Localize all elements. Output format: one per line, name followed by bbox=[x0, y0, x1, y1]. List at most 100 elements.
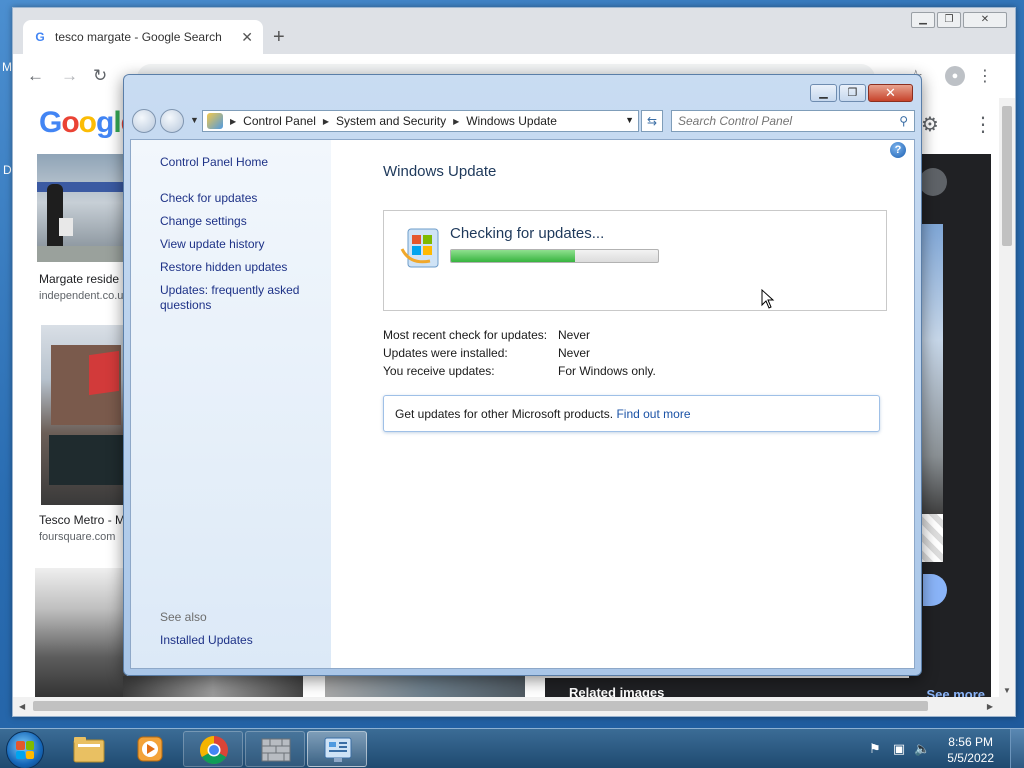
result-caption[interactable]: Tesco Metro - M bbox=[39, 513, 125, 527]
see-more-link[interactable]: See more bbox=[926, 687, 985, 697]
result-source: foursquare.com bbox=[39, 531, 116, 543]
browser-menu-icon[interactable]: ⋮ bbox=[977, 66, 993, 86]
volume-icon[interactable]: 🔈 bbox=[914, 741, 930, 757]
control-panel-home-link[interactable]: Control Panel Home bbox=[160, 155, 268, 169]
address-breadcrumb[interactable]: ▶ Control Panel ▶ System and Security ▶ … bbox=[202, 110, 639, 132]
mouse-cursor-icon bbox=[761, 289, 775, 309]
refresh-icon[interactable]: ⇆ bbox=[641, 110, 663, 132]
browser-tab[interactable]: G tesco margate - Google Search ✕ bbox=[23, 20, 263, 54]
vertical-scrollbar[interactable]: ▼ bbox=[999, 98, 1015, 697]
chrome-caption-buttons: ▁ ❐ ✕ bbox=[911, 12, 1007, 28]
action-center-flag-icon[interactable]: ⚑ bbox=[867, 741, 883, 757]
updates-faq-link[interactable]: Updates: frequently asked questions bbox=[160, 283, 320, 313]
progress-fill bbox=[451, 250, 576, 262]
status-message: Checking for updates... bbox=[450, 225, 605, 242]
scroll-right-icon[interactable]: ▶ bbox=[987, 702, 993, 711]
result-caption[interactable]: Margate reside bbox=[39, 272, 119, 286]
scroll-down-icon[interactable]: ▼ bbox=[1003, 686, 1011, 695]
firewall-icon bbox=[261, 738, 291, 762]
settings-gear-icon[interactable]: ⚙ bbox=[921, 112, 939, 137]
control-panel-window: ▁ ❐ ✕ ▼ ▶ Control Panel ▶ System and Sec… bbox=[123, 74, 922, 676]
maximize-button[interactable]: ❐ bbox=[937, 12, 961, 28]
horizontal-scrollbar[interactable]: ◀ ▶ bbox=[13, 697, 1015, 716]
next-arrow-icon[interactable] bbox=[919, 168, 947, 196]
apps-grid-icon[interactable]: ⋮⋮ bbox=[973, 112, 1001, 137]
search-icon[interactable]: ⚲ bbox=[899, 114, 908, 128]
scroll-left-icon[interactable]: ◀ bbox=[19, 702, 25, 711]
media-player-icon bbox=[137, 736, 163, 762]
taskbar-chrome[interactable] bbox=[183, 731, 243, 767]
windows-update-icon bbox=[400, 228, 439, 268]
clock-time: 8:56 PM bbox=[948, 735, 993, 749]
breadcrumb-separator-icon[interactable]: ▶ bbox=[323, 117, 329, 126]
see-also-heading: See also bbox=[160, 610, 207, 624]
update-status-box: Checking for updates... bbox=[383, 210, 887, 311]
close-button[interactable]: ✕ bbox=[868, 84, 913, 102]
vertical-scroll-thumb[interactable] bbox=[1002, 106, 1012, 246]
maximize-button[interactable]: ❐ bbox=[839, 84, 866, 102]
result-image[interactable] bbox=[123, 676, 303, 697]
related-images-title: Related images bbox=[569, 685, 665, 697]
result-image[interactable] bbox=[35, 568, 127, 697]
view-update-history-link[interactable]: View update history bbox=[160, 237, 320, 252]
visit-button[interactable] bbox=[923, 574, 947, 606]
reload-icon[interactable]: ↻ bbox=[93, 66, 107, 86]
folder-icon bbox=[73, 737, 105, 763]
breadcrumb-control-panel[interactable]: Control Panel bbox=[243, 114, 316, 128]
restore-hidden-updates-link[interactable]: Restore hidden updates bbox=[160, 260, 320, 275]
change-settings-link[interactable]: Change settings bbox=[160, 214, 320, 229]
window-caption-buttons: ▁ ❐ ✕ bbox=[810, 84, 913, 102]
result-image[interactable] bbox=[41, 325, 127, 505]
horizontal-scroll-thumb[interactable] bbox=[33, 701, 928, 711]
show-desktop-button[interactable] bbox=[1010, 729, 1024, 768]
profile-avatar[interactable]: ● bbox=[945, 66, 965, 86]
breadcrumb-system-and-security[interactable]: System and Security bbox=[336, 114, 446, 128]
minimize-button[interactable]: ▁ bbox=[810, 84, 837, 102]
help-icon[interactable]: ? bbox=[890, 142, 906, 158]
chrome-icon bbox=[200, 736, 228, 764]
minimize-button[interactable]: ▁ bbox=[911, 12, 935, 28]
back-icon[interactable]: ← bbox=[27, 66, 44, 86]
new-tab-button[interactable]: + bbox=[273, 26, 285, 49]
system-clock[interactable]: 8:56 PM 5/5/2022 bbox=[947, 734, 994, 766]
address-dropdown-icon[interactable]: ▼ bbox=[625, 115, 634, 125]
search-input[interactable] bbox=[678, 114, 900, 128]
info-label: Most recent check for updates: bbox=[383, 328, 548, 342]
google-logo[interactable]: Google bbox=[39, 106, 137, 140]
info-label: You receive updates: bbox=[383, 364, 495, 378]
taskbar-media-player[interactable] bbox=[120, 731, 180, 767]
result-image[interactable] bbox=[37, 154, 127, 262]
result-source: independent.co.u bbox=[39, 290, 124, 302]
breadcrumb-windows-update[interactable]: Windows Update bbox=[466, 114, 557, 128]
control-panel-content: Control Panel Home Check for updates Cha… bbox=[130, 139, 915, 669]
start-button[interactable] bbox=[6, 731, 44, 768]
taskbar-control-panel[interactable] bbox=[307, 731, 367, 767]
google-favicon-icon: G bbox=[35, 30, 45, 44]
info-value: Never bbox=[558, 346, 591, 360]
windows-logo-icon bbox=[16, 741, 34, 759]
installed-updates-link[interactable]: Installed Updates bbox=[160, 633, 320, 648]
tab-title: tesco margate - Google Search bbox=[55, 30, 222, 44]
desktop-icon-label-fragment: M bbox=[2, 60, 12, 74]
back-icon[interactable] bbox=[132, 109, 156, 133]
recent-pages-icon[interactable]: ▼ bbox=[190, 115, 199, 125]
check-for-updates-link[interactable]: Check for updates bbox=[160, 191, 320, 206]
result-image[interactable] bbox=[325, 676, 525, 697]
search-box[interactable]: ⚲ bbox=[671, 110, 915, 132]
update-progress-bar bbox=[450, 249, 659, 263]
breadcrumb-separator-icon[interactable]: ▶ bbox=[453, 117, 459, 126]
taskbar-firewall[interactable] bbox=[245, 731, 305, 767]
related-images-bar: Related images See more bbox=[545, 678, 991, 697]
desktop-icon-label-fragment: D bbox=[3, 163, 12, 177]
close-button[interactable]: ✕ bbox=[963, 12, 1007, 28]
find-out-more-link[interactable]: Find out more bbox=[616, 407, 690, 421]
tab-close-icon[interactable]: ✕ bbox=[241, 29, 253, 46]
task-pane: Control Panel Home Check for updates Cha… bbox=[131, 140, 331, 668]
info-value: Never bbox=[558, 328, 591, 342]
forward-icon[interactable] bbox=[160, 109, 184, 133]
main-pane: ? Windows Update Checking for updates... bbox=[331, 140, 914, 668]
taskbar-windows-explorer[interactable] bbox=[60, 731, 120, 767]
breadcrumb-separator-icon[interactable]: ▶ bbox=[230, 117, 236, 126]
forward-icon[interactable]: → bbox=[61, 66, 78, 86]
network-icon[interactable]: ▣ bbox=[891, 741, 907, 757]
